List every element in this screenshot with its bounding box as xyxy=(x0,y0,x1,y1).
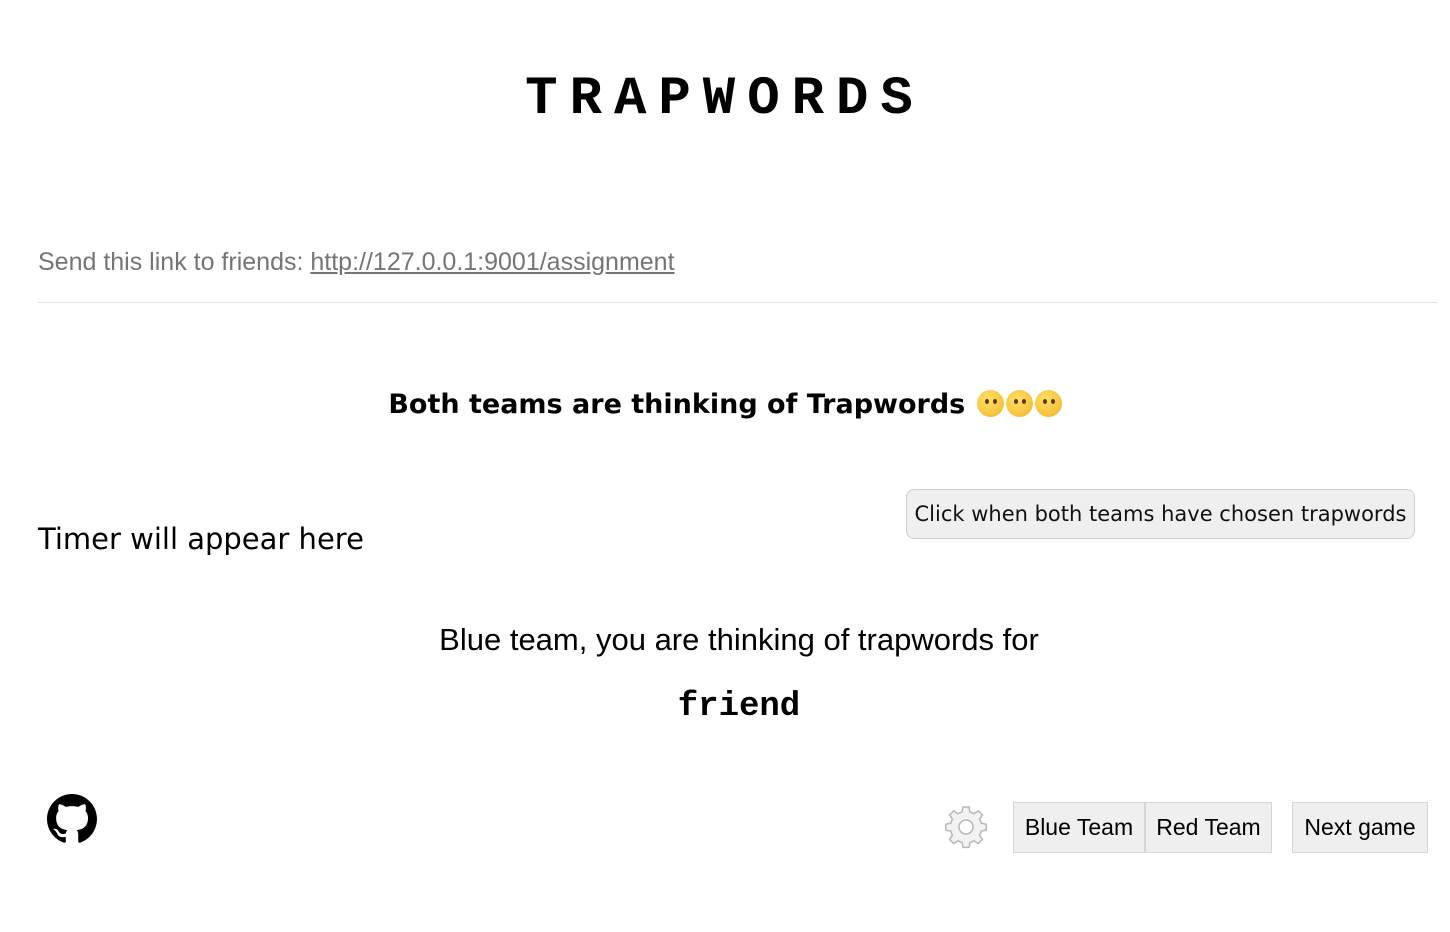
share-link[interactable]: http://127.0.0.1:9001/assignment xyxy=(310,248,674,276)
assignment-prompt: Blue team, you are thinking of trapwords… xyxy=(439,622,1039,657)
github-icon[interactable] xyxy=(47,794,97,844)
status-text: Both teams are thinking of Trapwords xyxy=(388,389,975,420)
page-title: TRAPWORDS xyxy=(525,69,925,130)
thinking-face-icon xyxy=(976,390,1004,417)
timer-placeholder: Timer will appear here xyxy=(38,522,364,556)
status-message: Both teams are thinking of Trapwords xyxy=(0,387,1450,423)
share-label: Send this link to friends: xyxy=(38,248,311,276)
red-team-button[interactable]: Red Team xyxy=(1145,802,1272,853)
divider xyxy=(38,302,1438,303)
trapwords-chosen-button[interactable]: Click when both teams have chosen trapwo… xyxy=(906,489,1415,539)
share-link-row: Send this link to friends: http://127.0.… xyxy=(38,246,675,278)
page: TRAPWORDS Send this link to friends: htt… xyxy=(0,0,1450,932)
gear-icon[interactable] xyxy=(942,803,990,851)
thinking-face-icon xyxy=(1005,390,1033,417)
thinking-face-icon xyxy=(1034,390,1062,417)
next-game-button[interactable]: Next game xyxy=(1292,802,1428,853)
blue-team-button[interactable]: Blue Team xyxy=(1013,802,1145,853)
assignment-word: friend xyxy=(677,688,801,726)
